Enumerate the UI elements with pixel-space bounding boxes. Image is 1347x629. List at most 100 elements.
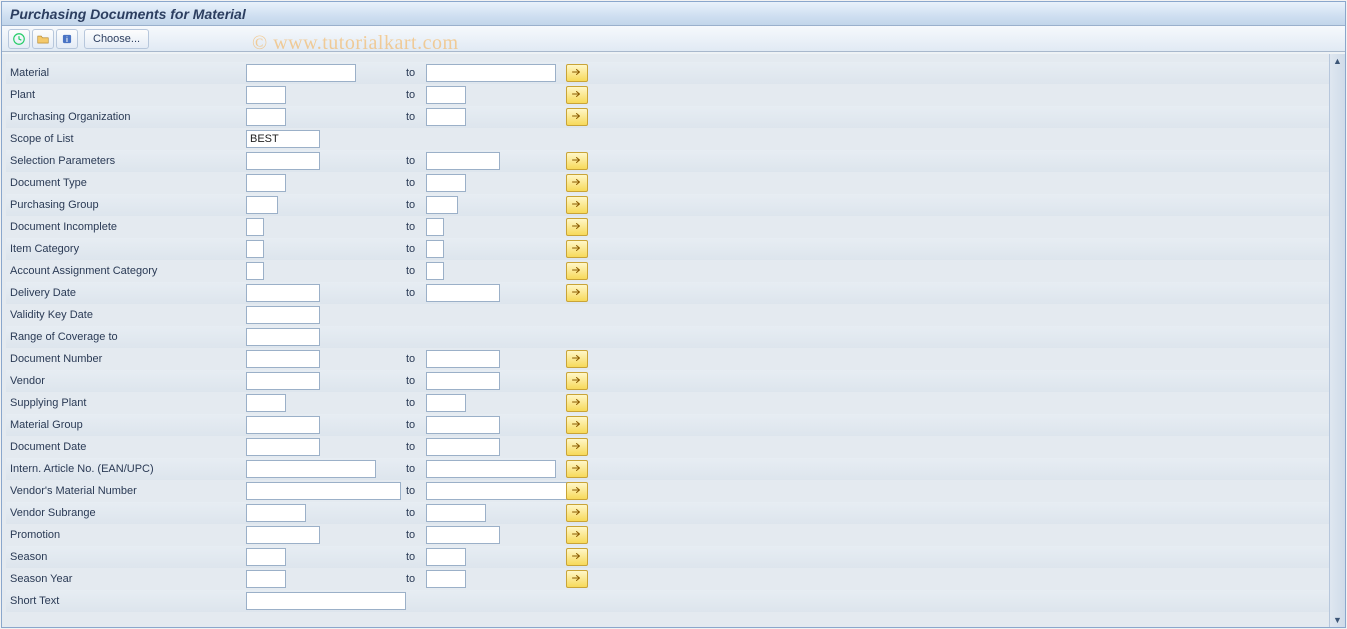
get-variant-button[interactable] [32, 29, 54, 49]
from-input[interactable] [246, 438, 320, 456]
field-label: Item Category [6, 243, 246, 255]
from-input[interactable] [246, 482, 401, 500]
arrow-right-icon [571, 177, 583, 190]
form-row: Item Categoryto [6, 238, 1329, 260]
to-input[interactable] [426, 394, 466, 412]
to-input[interactable] [426, 174, 466, 192]
from-input[interactable] [246, 152, 320, 170]
field-label: Material Group [6, 419, 246, 431]
to-input[interactable] [426, 284, 500, 302]
multiple-selection-button[interactable] [566, 526, 588, 544]
from-input[interactable] [246, 262, 264, 280]
to-input[interactable] [426, 460, 556, 478]
multiple-selection-button[interactable] [566, 86, 588, 104]
scroll-up-arrow-icon[interactable]: ▲ [1333, 54, 1342, 68]
from-input[interactable] [246, 284, 320, 302]
to-label: to [406, 287, 426, 299]
from-input[interactable] [246, 460, 376, 478]
multiple-selection-button[interactable] [566, 570, 588, 588]
field-label: Supplying Plant [6, 397, 246, 409]
from-input[interactable] [246, 372, 320, 390]
svg-text:i: i [66, 36, 68, 43]
to-label: to [406, 155, 426, 167]
multiple-selection-button[interactable] [566, 262, 588, 280]
to-input[interactable] [426, 108, 466, 126]
multiple-selection-button[interactable] [566, 152, 588, 170]
toolbar: i Choose... [2, 26, 1345, 52]
from-input[interactable] [246, 108, 286, 126]
from-input[interactable] [246, 218, 264, 236]
form-row: Purchasing Groupto [6, 194, 1329, 216]
to-input[interactable] [426, 196, 458, 214]
form-row: Plantto [6, 84, 1329, 106]
to-input[interactable] [426, 64, 556, 82]
to-input[interactable] [426, 438, 500, 456]
to-input[interactable] [426, 372, 500, 390]
from-input[interactable] [246, 570, 286, 588]
multiple-selection-button[interactable] [566, 548, 588, 566]
to-input[interactable] [426, 350, 500, 368]
arrow-right-icon [571, 551, 583, 564]
app-window: Purchasing Documents for Material i Choo… [1, 1, 1346, 628]
from-input[interactable] [246, 64, 356, 82]
field-label: Purchasing Organization [6, 111, 246, 123]
from-input[interactable] [246, 416, 320, 434]
arrow-right-icon [571, 441, 583, 454]
from-input[interactable] [246, 350, 320, 368]
to-input[interactable] [426, 218, 444, 236]
to-input[interactable] [426, 152, 500, 170]
from-input[interactable] [246, 86, 286, 104]
multiple-selection-button[interactable] [566, 64, 588, 82]
multiple-selection-button[interactable] [566, 218, 588, 236]
multiple-selection-button[interactable] [566, 504, 588, 522]
multiple-selection-button[interactable] [566, 482, 588, 500]
multiple-selection-button[interactable] [566, 416, 588, 434]
from-input[interactable] [246, 328, 320, 346]
form-row: Vendor's Material Numberto [6, 480, 1329, 502]
from-input[interactable] [246, 394, 286, 412]
form-row: Materialto [6, 62, 1329, 84]
from-input[interactable] [246, 174, 286, 192]
choose-button[interactable]: Choose... [84, 29, 149, 49]
from-input[interactable] [246, 306, 320, 324]
arrow-right-icon [571, 573, 583, 586]
execute-button[interactable] [8, 29, 30, 49]
multiple-selection-button[interactable] [566, 196, 588, 214]
to-input[interactable] [426, 240, 444, 258]
field-label: Season Year [6, 573, 246, 585]
multiple-selection-button[interactable] [566, 460, 588, 478]
from-input[interactable] [246, 130, 320, 148]
from-input[interactable] [246, 240, 264, 258]
multiple-selection-button[interactable] [566, 350, 588, 368]
form-row: Material Groupto [6, 414, 1329, 436]
scroll-down-arrow-icon[interactable]: ▼ [1333, 613, 1342, 627]
from-input[interactable] [246, 526, 320, 544]
multiple-selection-button[interactable] [566, 372, 588, 390]
form-row: Selection Parametersto [6, 150, 1329, 172]
to-input[interactable] [426, 548, 466, 566]
page-title: Purchasing Documents for Material [10, 6, 246, 22]
from-input[interactable] [246, 504, 306, 522]
to-input[interactable] [426, 262, 444, 280]
vertical-scrollbar[interactable]: ▲ ▼ [1329, 54, 1345, 627]
multiple-selection-button[interactable] [566, 438, 588, 456]
multiple-selection-button[interactable] [566, 284, 588, 302]
to-input[interactable] [426, 504, 486, 522]
field-label: Promotion [6, 529, 246, 541]
multiple-selection-button[interactable] [566, 240, 588, 258]
info-button[interactable]: i [56, 29, 78, 49]
to-input[interactable] [426, 416, 500, 434]
to-label: to [406, 353, 426, 365]
arrow-right-icon [571, 199, 583, 212]
to-input[interactable] [426, 482, 576, 500]
to-input[interactable] [426, 526, 500, 544]
multiple-selection-button[interactable] [566, 108, 588, 126]
to-input[interactable] [426, 86, 466, 104]
multiple-selection-button[interactable] [566, 394, 588, 412]
multiple-selection-button[interactable] [566, 174, 588, 192]
to-input[interactable] [426, 570, 466, 588]
from-input[interactable] [246, 196, 278, 214]
field-label: Document Incomplete [6, 221, 246, 233]
from-input[interactable] [246, 548, 286, 566]
from-input[interactable] [246, 592, 406, 610]
